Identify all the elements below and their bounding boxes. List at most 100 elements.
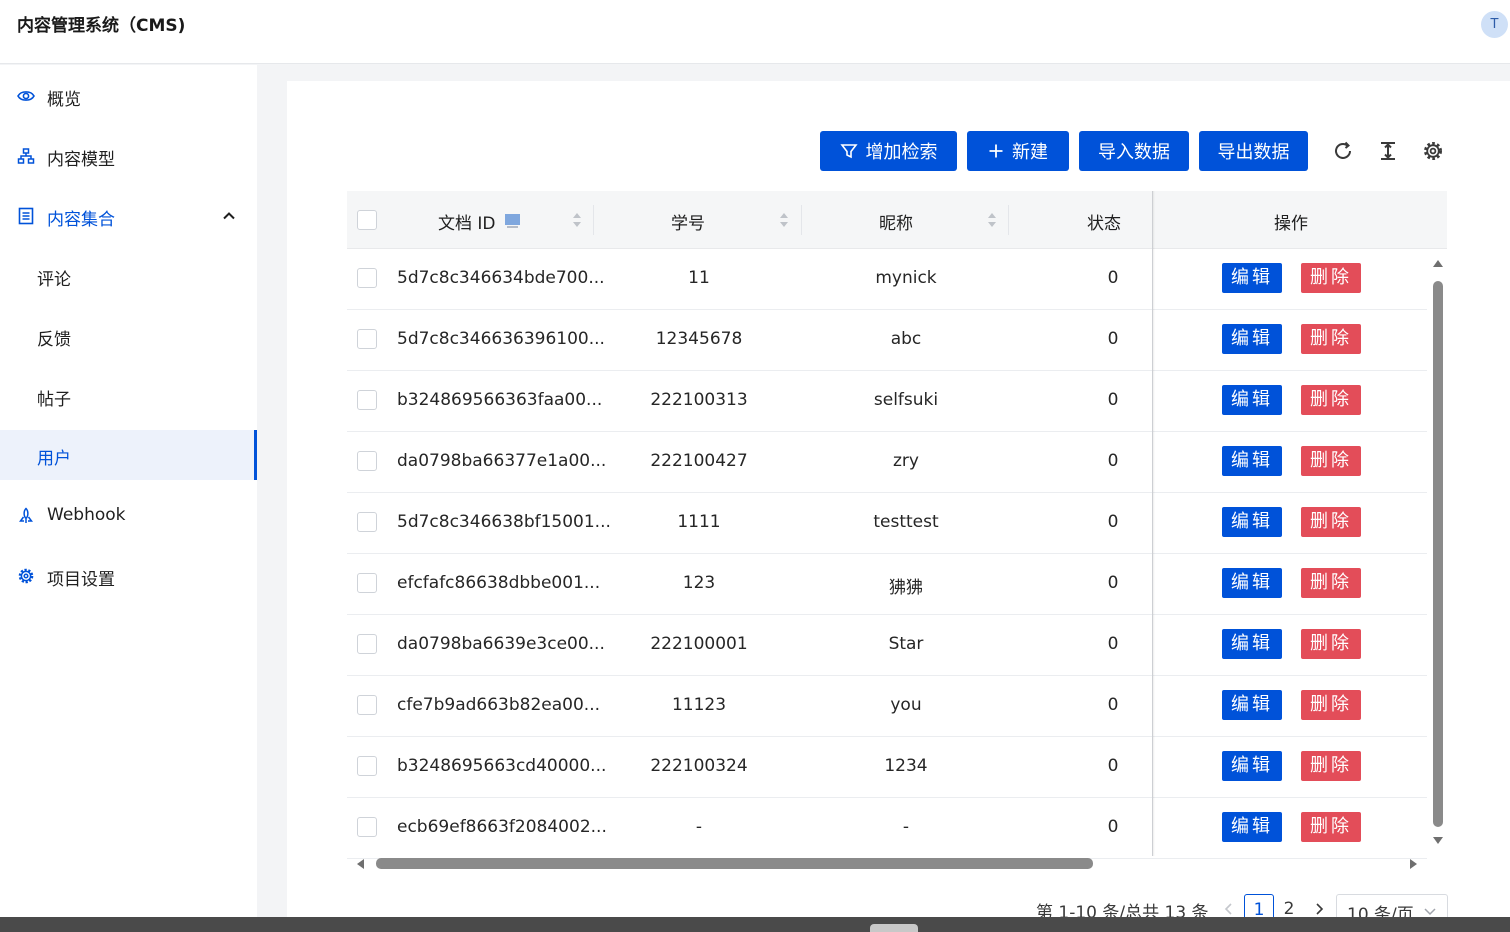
sidebar-item-users[interactable]: 用户 (0, 430, 257, 480)
delete-button[interactable]: 删除 (1301, 751, 1361, 781)
cell-student-no: 12345678 (655, 329, 743, 349)
import-data-button[interactable]: 导入数据 (1079, 131, 1189, 171)
row-checkbox[interactable] (357, 451, 377, 471)
cell-student-no: 123 (682, 573, 716, 593)
export-data-button[interactable]: 导出数据 (1199, 131, 1308, 171)
edit-button[interactable]: 编辑 (1222, 629, 1282, 659)
eye-icon (17, 91, 35, 101)
column-header-status[interactable]: 状态 (1087, 209, 1121, 234)
create-button[interactable]: 新建 (967, 131, 1069, 171)
row-checkbox[interactable] (357, 756, 377, 776)
chevron-up-icon[interactable] (221, 208, 237, 224)
row-checkbox[interactable] (357, 634, 377, 654)
delete-button[interactable]: 删除 (1301, 263, 1361, 293)
delete-button[interactable]: 删除 (1301, 446, 1361, 476)
sidebar-item-webhook[interactable]: Webhook (0, 491, 257, 541)
edit-button[interactable]: 编辑 (1222, 568, 1282, 598)
delete-button[interactable]: 删除 (1301, 385, 1361, 415)
sort-icon[interactable] (987, 211, 997, 229)
row-checkbox[interactable] (357, 329, 377, 349)
sort-icon[interactable] (779, 211, 789, 229)
cell-student-no: 1111 (677, 512, 721, 532)
row-density-icon[interactable] (1376, 139, 1400, 163)
edit-button[interactable]: 编辑 (1222, 385, 1282, 415)
data-table: 文档 ID 学号 昵称 状态 操作 5d7c8c346634bde700... 1… (347, 191, 1447, 881)
edit-button[interactable]: 编辑 (1222, 751, 1282, 781)
cell-doc-id[interactable]: 5d7c8c346636396100... (397, 329, 605, 349)
create-label: 新建 (1012, 142, 1048, 163)
edit-button[interactable]: 编辑 (1222, 446, 1282, 476)
row-checkbox[interactable] (357, 268, 377, 288)
sidebar-item-label: 评论 (37, 270, 71, 290)
scroll-left-arrow-icon[interactable] (355, 858, 365, 870)
edit-button[interactable]: 编辑 (1222, 690, 1282, 720)
refresh-icon[interactable] (1331, 139, 1355, 163)
select-all-checkbox[interactable] (357, 210, 377, 230)
edit-button[interactable]: 编辑 (1222, 507, 1282, 537)
next-page-icon[interactable] (1312, 902, 1326, 916)
sidebar-item-project-settings[interactable]: 项目设置 (0, 551, 257, 601)
cell-doc-id[interactable]: cfe7b9ad663b82ea00... (397, 695, 600, 715)
cell-doc-id[interactable]: b324869566363faa00... (397, 390, 602, 410)
sidebar-item-posts[interactable]: 帖子 (0, 371, 257, 421)
cell-doc-id[interactable]: ecb69ef8663f2084002... (397, 817, 607, 837)
cell-nickname: 1234 (884, 756, 928, 776)
cell-doc-id[interactable]: efcfafc86638dbbe001... (397, 573, 600, 593)
taskbar (0, 917, 1510, 932)
column-divider (1008, 205, 1009, 235)
delete-button[interactable]: 删除 (1301, 568, 1361, 598)
delete-button[interactable]: 删除 (1301, 629, 1361, 659)
delete-button[interactable]: 删除 (1301, 690, 1361, 720)
cell-doc-id[interactable]: da0798ba6639e3ce00... (397, 634, 605, 654)
cell-nickname: selfsuki (873, 390, 939, 410)
document-list-icon (18, 207, 34, 225)
row-checkbox[interactable] (357, 573, 377, 593)
table-row: b3248695663cd40000... 222100324 1234 0 编辑 删除 (347, 737, 1427, 798)
sort-icon[interactable] (572, 211, 582, 229)
edit-button[interactable]: 编辑 (1222, 324, 1282, 354)
sidebar-item-overview[interactable]: 概览 (0, 71, 257, 121)
cell-student-no: 222100001 (650, 634, 748, 654)
edit-button[interactable]: 编辑 (1222, 812, 1282, 842)
row-checkbox[interactable] (357, 817, 377, 837)
vertical-scrollbar-thumb[interactable] (1433, 281, 1443, 827)
column-header-student-no[interactable]: 学号 (671, 209, 705, 234)
row-checkbox[interactable] (357, 390, 377, 410)
cell-doc-id[interactable]: b3248695663cd40000... (397, 756, 606, 776)
import-data-label: 导入数据 (1098, 142, 1170, 163)
sidebar-item-content-collection[interactable]: 内容集合 (0, 191, 257, 241)
horizontal-scrollbar-thumb[interactable] (376, 858, 1093, 869)
cell-student-no: 11 (688, 268, 710, 288)
sidebar-item-content-model[interactable]: 内容模型 (0, 131, 257, 181)
delete-button[interactable]: 删除 (1301, 812, 1361, 842)
column-divider (801, 205, 802, 235)
cell-status: 0 (1107, 268, 1119, 288)
cell-doc-id[interactable]: da0798ba66377e1a00... (397, 451, 606, 471)
export-data-label: 导出数据 (1217, 142, 1290, 163)
cell-status: 0 (1107, 573, 1119, 593)
cell-doc-id[interactable]: 5d7c8c346634bde700... (397, 268, 605, 288)
scroll-down-arrow-icon[interactable] (1432, 836, 1444, 846)
edit-button[interactable]: 编辑 (1222, 263, 1282, 293)
prev-page-icon[interactable] (1222, 902, 1236, 916)
column-header-doc-id[interactable]: 文档 ID (438, 209, 496, 234)
sidebar-item-feedback[interactable]: 反馈 (0, 311, 257, 361)
delete-button[interactable]: 删除 (1301, 324, 1361, 354)
scroll-up-arrow-icon[interactable] (1432, 258, 1444, 268)
delete-button[interactable]: 删除 (1301, 507, 1361, 537)
add-filter-button[interactable]: 增加检索 (820, 131, 957, 171)
cell-status: 0 (1107, 329, 1119, 349)
scroll-right-arrow-icon[interactable] (1409, 858, 1419, 870)
cell-nickname: - (902, 817, 910, 837)
column-header-nickname[interactable]: 昵称 (879, 209, 913, 234)
settings-gear-icon[interactable] (1421, 139, 1445, 163)
table-row: b324869566363faa00... 222100313 selfsuki 0 编… (347, 371, 1427, 432)
taskbar-handle[interactable] (870, 924, 918, 932)
row-checkbox[interactable] (357, 512, 377, 532)
cell-student-no: 11123 (671, 695, 727, 715)
id-badge-icon (505, 214, 520, 228)
cell-doc-id[interactable]: 5d7c8c346638bf15001... (397, 512, 611, 532)
row-checkbox[interactable] (357, 695, 377, 715)
sidebar-item-comments[interactable]: 评论 (0, 251, 257, 301)
user-avatar[interactable]: T (1481, 11, 1508, 38)
